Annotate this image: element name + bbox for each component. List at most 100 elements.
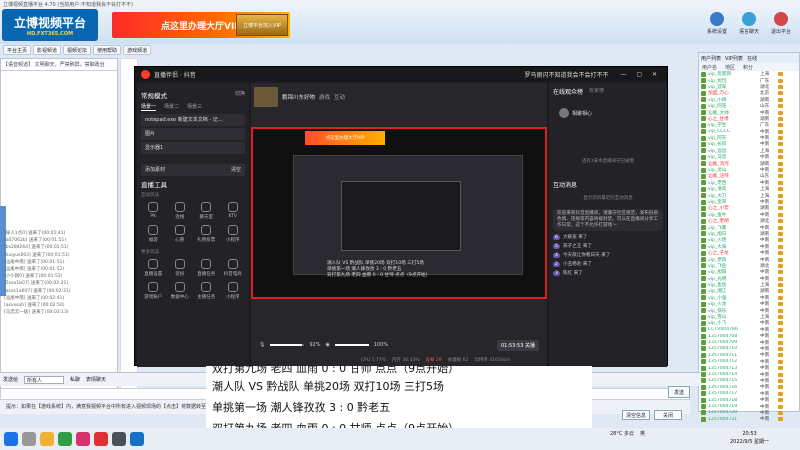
send-target-select[interactable]: 所有人 (24, 375, 65, 384)
user-region: 中南 (760, 251, 770, 257)
end-live-button[interactable]: 01:53:53 关播 (496, 339, 539, 351)
tab-online[interactable]: 在线 (747, 55, 757, 62)
gold-banner[interactable]: 立博平台加入VIP (236, 14, 288, 36)
clear-sources-button[interactable]: 清空 (231, 166, 241, 174)
col-username[interactable]: 用户名 (702, 64, 717, 71)
scene-panel: 常规模式 切换 场景一 场景二 场景三 notepad.exe 新建文本文档 -… (137, 83, 249, 367)
settings-button[interactable]: 系统设置 (702, 12, 732, 42)
speaker-icon[interactable]: ◉ (325, 342, 329, 348)
voice-chat-label: 语言聊天 (738, 29, 759, 35)
search-icon[interactable] (22, 432, 36, 446)
app-icon[interactable] (130, 432, 144, 446)
tab-forum[interactable]: 视频论坛 (63, 45, 92, 55)
clock[interactable]: 20:53 2022/9/5 星期一 (730, 430, 769, 446)
app-icon[interactable] (94, 432, 108, 446)
switch-mode-button[interactable]: 切换 (235, 90, 245, 100)
private-checkbox-label[interactable]: 私聊 (70, 376, 80, 383)
window-controls-icon[interactable]: — ▢ ✕ (620, 71, 661, 78)
source-item[interactable]: 显示器1 (141, 142, 245, 154)
tool-button[interactable]: 装扮 (168, 259, 193, 277)
tool-button[interactable]: KTV (221, 202, 246, 220)
close-button[interactable]: 关闭 (654, 410, 682, 420)
stream-preview[interactable]: 点这里办理大厅VIP 潮人队 VS 黔战队 单挑20场 双打10场 三打5场 单… (251, 127, 547, 299)
start-icon[interactable] (4, 432, 18, 446)
level-badge-icon (778, 91, 783, 96)
chat-line: [秘人1点0] 送来了(00:01:41) (4, 231, 66, 236)
app-icon[interactable] (112, 432, 126, 446)
tool-button[interactable]: 聊天室 (194, 202, 219, 220)
viewer-item[interactable]: 相聚相心 (559, 108, 663, 118)
level-badge-icon (778, 270, 783, 275)
send-button[interactable]: 发送 (668, 386, 690, 398)
tool-button[interactable]: 抖音电商 (221, 259, 246, 277)
room-tag[interactable]: 游戏 (319, 93, 330, 101)
tool-button[interactable]: 主播任务 (194, 282, 219, 300)
tab-scene-3[interactable]: 场景三 (187, 103, 202, 111)
tool-button[interactable]: 数据中心 (168, 282, 193, 300)
tab-home[interactable]: 平台主页 (3, 45, 32, 55)
room-cover[interactable] (254, 87, 278, 107)
level-badge-icon (778, 263, 783, 268)
user-name: 汕尾_流河 (708, 161, 729, 167)
user-avatar-icon (701, 263, 706, 269)
user-avatar-icon (701, 225, 706, 231)
tool-button[interactable]: PK (141, 202, 166, 220)
tab-player-rank[interactable]: 玩家榜 (589, 87, 604, 96)
tab-video[interactable]: 影视频道 (33, 45, 62, 55)
tool-button[interactable]: 心愿 (168, 225, 193, 243)
user-name: vip_大刀 (708, 193, 727, 199)
user-avatar-icon (701, 161, 706, 167)
preview-caption: 潮人队 VS 黔战队 单挑20场 双打10场 三打5场 单挑第一场 潮人锋孜孜 … (327, 261, 477, 279)
room-title[interactable]: 鹏锦川东好物 (282, 93, 315, 101)
tool-button[interactable]: 连线 (168, 202, 193, 220)
caption-line: 潮人队 VS 黔战队 单挑20场 双打10场 三打5场 (212, 380, 444, 393)
mic-icon[interactable]: 🎙 (259, 342, 265, 348)
tools-subtitle-2: 更多玩法 (141, 250, 159, 255)
user-name: vip_火龙 (708, 302, 727, 308)
col-region[interactable]: 地区 (725, 64, 735, 71)
tab-online-audience[interactable]: 在线观众榜 (553, 87, 583, 96)
tab-help[interactable]: 使用帮助 (93, 45, 122, 55)
tab-scene-2[interactable]: 场景二 (164, 103, 179, 111)
tool-button[interactable]: 礼物投票 (194, 225, 219, 243)
user-avatar-icon (701, 384, 706, 390)
level-badge-icon (778, 238, 783, 243)
tool-button[interactable]: 直播设置 (141, 259, 166, 277)
source-item[interactable]: notepad.exe 新建文本文档 - 记... (141, 114, 245, 126)
user-name: vip_龙玩 (708, 78, 727, 84)
preview-caption-line: 双打第九场 老四 血雨 0 : 0 甘师 点点（9点开始） (327, 273, 431, 278)
voice-chat-button[interactable]: 语言聊天 (734, 12, 764, 42)
weather[interactable]: 28°C 多云 (610, 430, 634, 437)
add-source-button[interactable]: 添加素材 清空 (141, 164, 245, 176)
user-region: 上海 (760, 193, 770, 199)
room-tag[interactable]: 互动 (334, 93, 345, 101)
tab-games[interactable]: 游戏频道 (123, 45, 152, 55)
input-language[interactable]: 英 (640, 430, 645, 437)
tab-scene-1[interactable]: 场景一 (141, 103, 157, 111)
tab-user-list[interactable]: 用户列表 (701, 55, 721, 62)
folder-icon[interactable] (40, 432, 54, 446)
user-row[interactable]: 1357004721 中南 (699, 416, 799, 422)
app-icon[interactable] (58, 432, 72, 446)
tool-button[interactable]: 直播任务 (194, 259, 219, 277)
tool-label: 礼物投票 (197, 238, 216, 243)
user-name: vip_火炬 (708, 238, 727, 244)
tool-button[interactable]: 小程序 (221, 282, 246, 300)
live-user-name[interactable]: 罗马丽闪不知道我会不会打不不 (524, 70, 608, 79)
tool-button[interactable]: 福袋 (141, 225, 166, 243)
emoji-label[interactable]: 表情聊天 (86, 376, 106, 383)
source-item[interactable]: 图片 (141, 128, 245, 140)
col-score[interactable]: 积分 (743, 64, 753, 71)
speaker-volume-slider[interactable] (334, 344, 369, 346)
clear-button[interactable]: 清空信息 (622, 410, 650, 420)
user-region: 中南 (760, 257, 770, 263)
tool-button[interactable]: 游戏账户 (141, 282, 166, 300)
exit-button[interactable]: 退出平台 (766, 12, 796, 42)
user-region: 上海 (760, 72, 770, 78)
tool-button[interactable]: 小程序 (221, 225, 246, 243)
user-region: 中南 (760, 391, 770, 397)
app-icon[interactable] (76, 432, 90, 446)
tool-icon (201, 225, 212, 235)
tab-vip-list[interactable]: VIP列表 (725, 55, 743, 62)
mic-volume-slider[interactable] (270, 344, 305, 346)
